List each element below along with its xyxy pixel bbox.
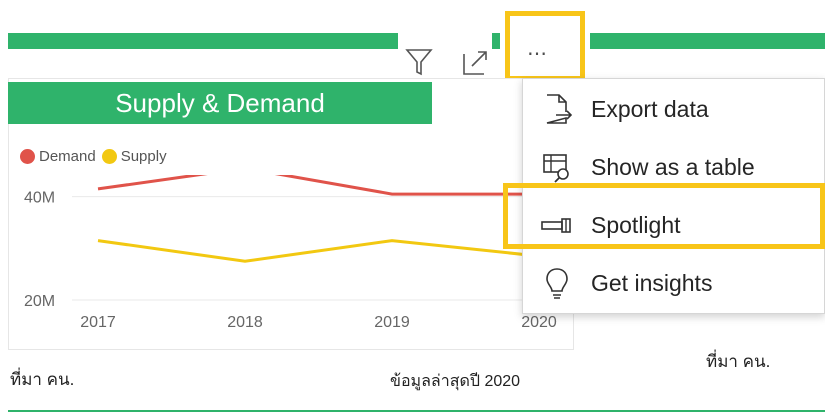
y-tick-label: 40M [24, 190, 55, 207]
lightbulb-icon [539, 265, 575, 301]
menu-label-get-insights: Get insights [591, 269, 713, 296]
legend-item-supply[interactable]: Supply [101, 147, 167, 165]
last-updated-label: ข้อมูลล่าสุดปี 2020 [390, 373, 521, 390]
more-options-button[interactable]: … [527, 38, 563, 58]
menu-label-spotlight: Spotlight [591, 211, 681, 238]
legend-dot-supply [101, 148, 117, 164]
x-tick-label: 2020 [521, 314, 557, 331]
legend-dot-demand [20, 148, 35, 164]
menu-item-show-as-table[interactable]: Show as a table [523, 139, 825, 195]
legend-label-demand: Demand [39, 147, 96, 165]
menu-label-export-data: Export data [591, 95, 709, 122]
series-line-supply[interactable] [97, 239, 540, 263]
show-table-icon [539, 149, 575, 185]
spotlight-icon [539, 207, 575, 243]
legend-item-demand[interactable]: Demand [20, 148, 96, 165]
visual-title-bar: Supply & Demand [8, 82, 432, 124]
source-label: ที่มา คน. [10, 370, 75, 389]
x-tick-label: 2018 [227, 314, 263, 331]
header-strip-left [8, 33, 398, 49]
line-chart: 20M 40M 2017 2018 2019 2020 [24, 175, 574, 331]
y-tick-label: 20M [24, 293, 55, 310]
menu-item-spotlight[interactable]: Spotlight [523, 197, 825, 253]
visual-title: Supply & Demand [115, 88, 325, 118]
menu-item-export-data[interactable]: Export data [523, 81, 825, 137]
menu-label-show-as-table: Show as a table [591, 153, 755, 180]
series-line-demand[interactable] [97, 175, 539, 196]
source-label-adjacent: ที่มา คน. [706, 352, 771, 371]
filter-icon[interactable] [402, 44, 436, 78]
header-strip-right [590, 33, 825, 49]
focus-mode-icon[interactable] [460, 44, 490, 78]
chart-legend: Demand Supply [20, 146, 173, 166]
export-data-icon [539, 91, 575, 127]
header-strip-gap [492, 33, 500, 49]
more-options-menu: Export data Show as a table Spotlight Ge… [522, 78, 825, 314]
x-tick-label: 2019 [374, 314, 410, 331]
legend-label-supply: Supply [120, 147, 167, 165]
bottom-divider [8, 410, 825, 412]
menu-item-get-insights[interactable]: Get insights [523, 255, 825, 311]
x-tick-label: 2017 [80, 314, 116, 331]
